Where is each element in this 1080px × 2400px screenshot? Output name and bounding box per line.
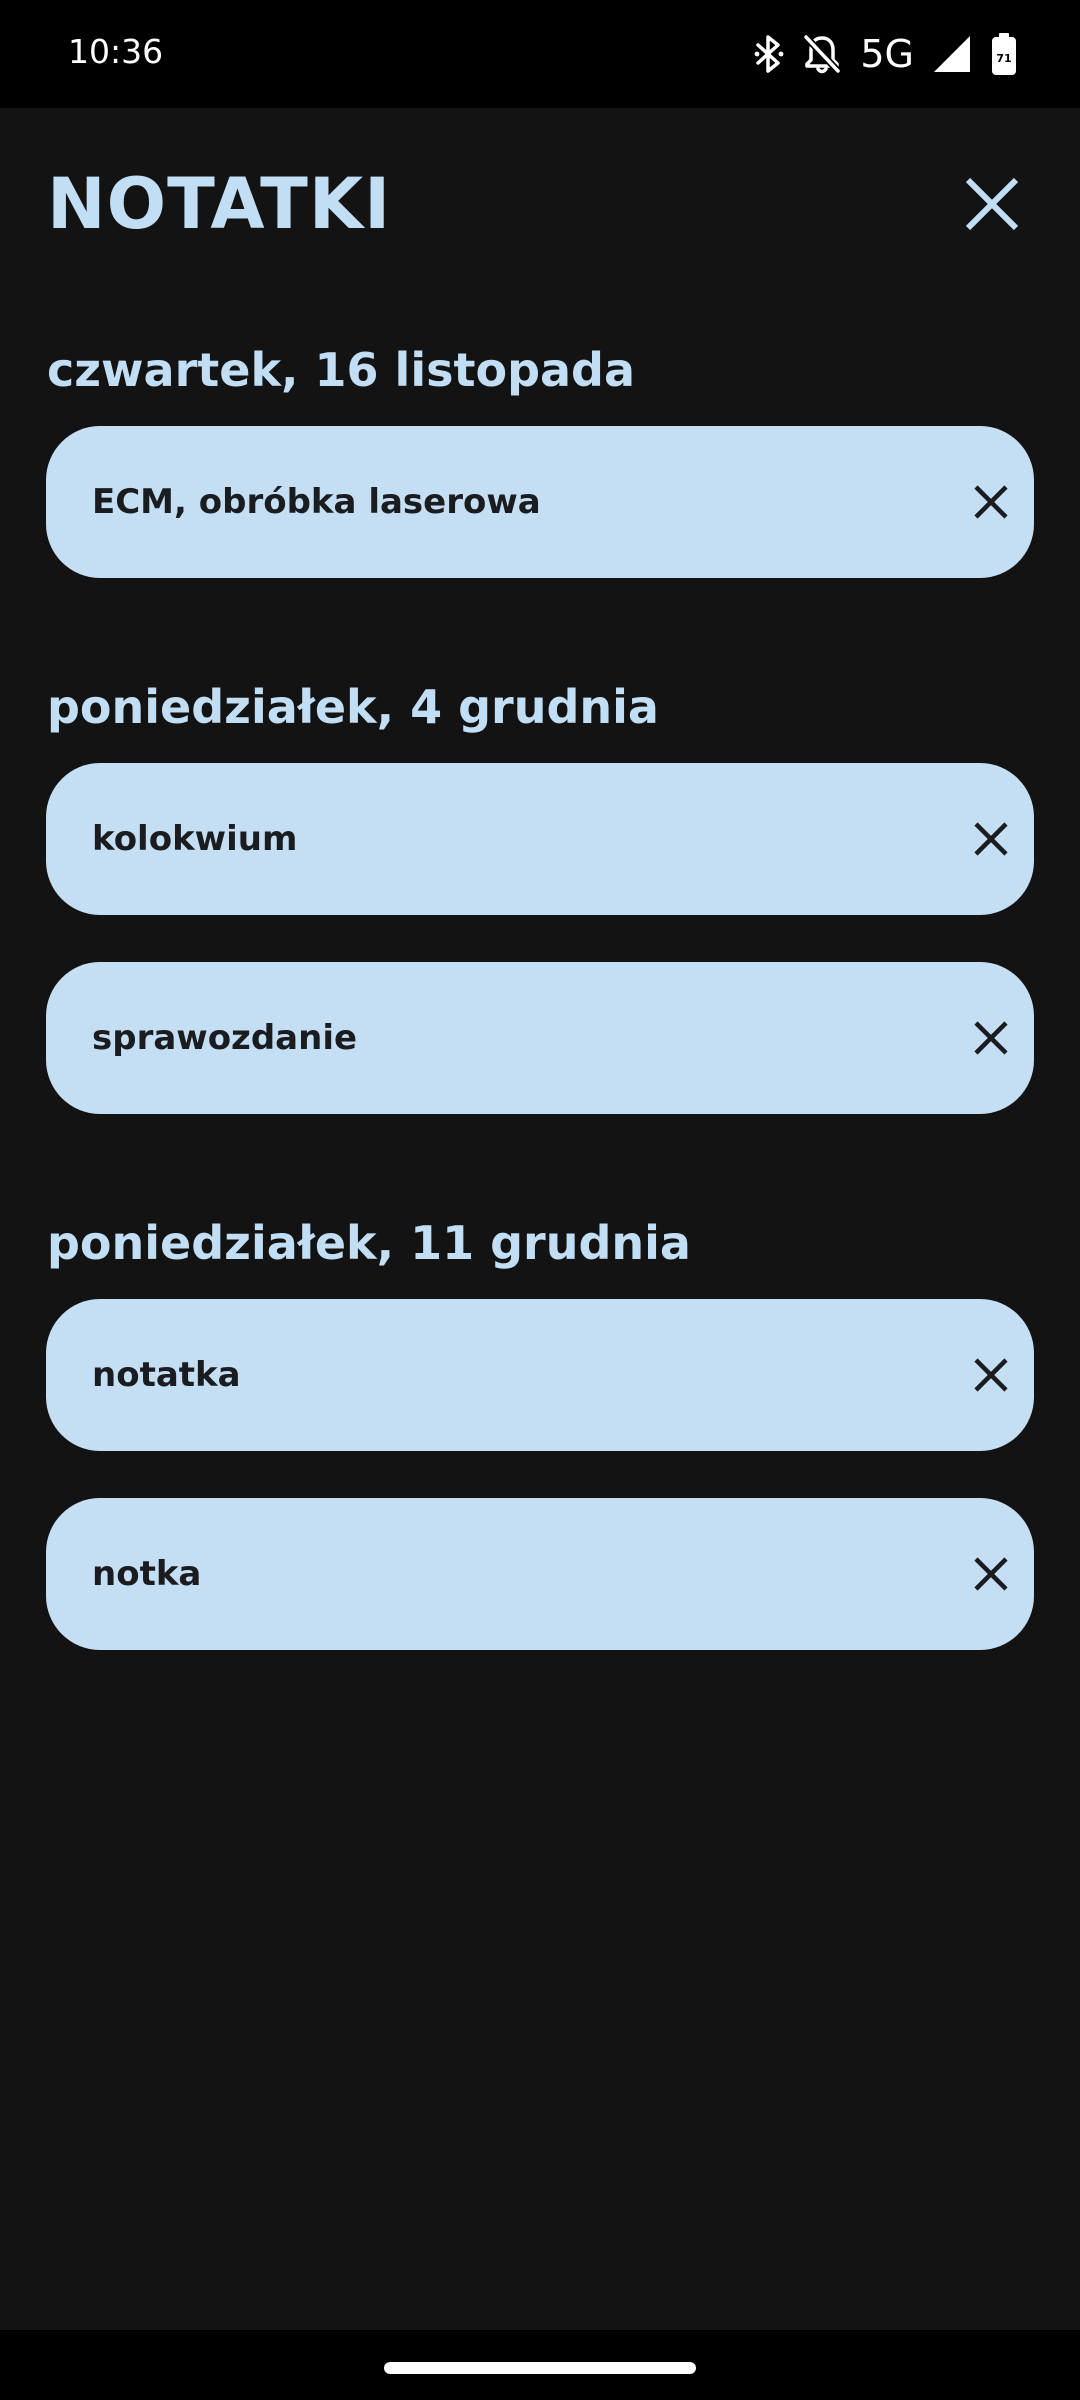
note-title: sprawozdanie [92, 1018, 358, 1058]
date-heading: czwartek, 16 listopada [47, 343, 636, 397]
page-title: NOTATKI [47, 163, 392, 245]
note-card[interactable]: kolokwium [46, 763, 1034, 915]
status-time: 10:36 [68, 32, 164, 71]
delete-note-button[interactable] [958, 1342, 1024, 1408]
note-title: kolokwium [92, 819, 298, 859]
navigation-bar [0, 2330, 1080, 2400]
close-button[interactable] [950, 162, 1034, 246]
date-heading: poniedziałek, 11 grudnia [47, 1216, 691, 1270]
note-card[interactable]: notka [46, 1498, 1034, 1650]
bluetooth-icon [754, 34, 784, 74]
note-title: ECM, obróbka laserowa [92, 482, 541, 522]
note-title: notka [92, 1554, 202, 1594]
header: NOTATKI [0, 108, 1080, 288]
battery-level: 71 [996, 52, 1011, 65]
home-gesture-handle[interactable] [384, 2362, 696, 2374]
status-bar: 10:36 5G 71 [0, 0, 1080, 108]
delete-note-button[interactable] [958, 1541, 1024, 1607]
date-heading: poniedziałek, 4 grudnia [47, 680, 659, 734]
status-icons: 5G 71 [754, 28, 1018, 80]
note-title: notatka [92, 1355, 241, 1395]
note-card[interactable]: notatka [46, 1299, 1034, 1451]
close-icon [974, 485, 1008, 519]
network-type: 5G [860, 32, 914, 76]
delete-note-button[interactable] [958, 806, 1024, 872]
notes-screen: 10:36 5G 71 NOTATKI czwartek, 16 listopa… [0, 0, 1080, 2400]
delete-note-button[interactable] [958, 1005, 1024, 1071]
note-card[interactable]: ECM, obróbka laserowa [46, 426, 1034, 578]
signal-icon [932, 34, 972, 74]
close-icon [974, 822, 1008, 856]
close-icon [965, 177, 1019, 231]
note-card[interactable]: sprawozdanie [46, 962, 1034, 1114]
close-icon [974, 1557, 1008, 1591]
notifications-off-icon [802, 33, 842, 75]
delete-note-button[interactable] [958, 469, 1024, 535]
battery-icon: 71 [990, 32, 1018, 76]
close-icon [974, 1021, 1008, 1055]
close-icon [974, 1358, 1008, 1392]
